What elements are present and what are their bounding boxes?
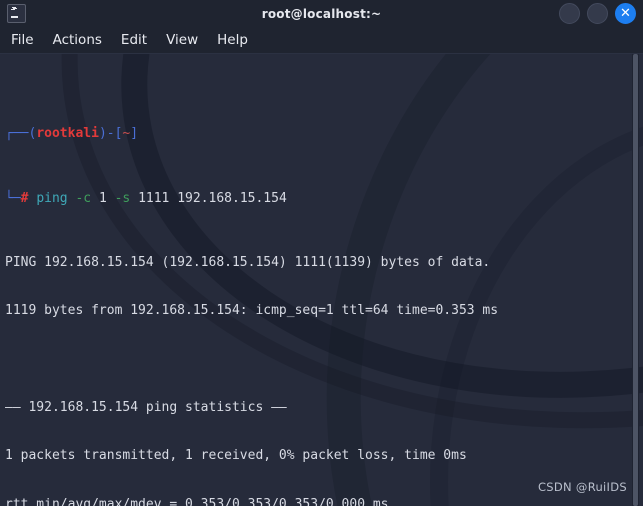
menubar: File Actions Edit View Help (0, 27, 643, 54)
output-line: PING 192.168.15.154 (192.168.15.154) 111… (5, 255, 643, 271)
output-line: 1 packets transmitted, 1 received, 0% pa… (5, 448, 643, 464)
prompt-host: kali (68, 126, 99, 141)
output-line: 1119 bytes from 192.168.15.154: icmp_seq… (5, 303, 643, 319)
menu-edit[interactable]: Edit (121, 32, 147, 48)
output-line: rtt min/avg/max/mdev = 0.353/0.353/0.353… (5, 497, 643, 506)
command-arg: 1 (99, 191, 107, 206)
scrollbar[interactable] (632, 54, 639, 506)
prompt-dash: - (107, 126, 115, 141)
command-name: ping (36, 191, 67, 206)
window-controls: ✕ (559, 3, 636, 24)
close-button[interactable]: ✕ (615, 3, 636, 24)
menu-file[interactable]: File (11, 32, 34, 48)
space (91, 191, 99, 206)
terminal-body[interactable]: ┌──(root㈟kali)-[~] └─# ping -c 1 -s 1111… (0, 54, 643, 506)
terminal-screen: ┌──(root㈟kali)-[~] └─# ping -c 1 -s 1111… (0, 54, 643, 506)
menu-actions[interactable]: Actions (53, 32, 102, 48)
minimize-button[interactable] (559, 3, 580, 24)
watermark: CSDN @RuiIDS (538, 480, 627, 494)
prompt-user: root (36, 126, 67, 141)
maximize-button[interactable] (587, 3, 608, 24)
output-line: —— 192.168.15.154 ping statistics —— (5, 400, 643, 416)
space (130, 191, 138, 206)
terminal-icon (7, 4, 26, 23)
command-line: └─# ping -c 1 -s 1111 192.168.15.154 (5, 191, 643, 207)
window-title: root@localhost:~ (0, 7, 643, 21)
terminal-window: root@localhost:~ ✕ File Actions Edit Vie… (0, 0, 643, 506)
space (107, 191, 115, 206)
prompt-branch-top: ┌── (5, 126, 28, 141)
blank-line (5, 352, 643, 368)
prompt-branch-bottom: └─ (5, 191, 21, 206)
menu-view[interactable]: View (166, 32, 198, 48)
prompt-paren-close: ) (99, 126, 107, 141)
menu-help[interactable]: Help (217, 32, 248, 48)
titlebar: root@localhost:~ ✕ (0, 0, 643, 27)
scrollbar-thumb[interactable] (633, 54, 638, 506)
prompt-line-top: ┌──(root㈟kali)-[~] (5, 126, 643, 142)
prompt-bracket-close: ] (130, 126, 138, 141)
command-flag: -c (75, 191, 91, 206)
command-flag-2: -s (115, 191, 131, 206)
command-rest: 1111 192.168.15.154 (138, 191, 287, 206)
